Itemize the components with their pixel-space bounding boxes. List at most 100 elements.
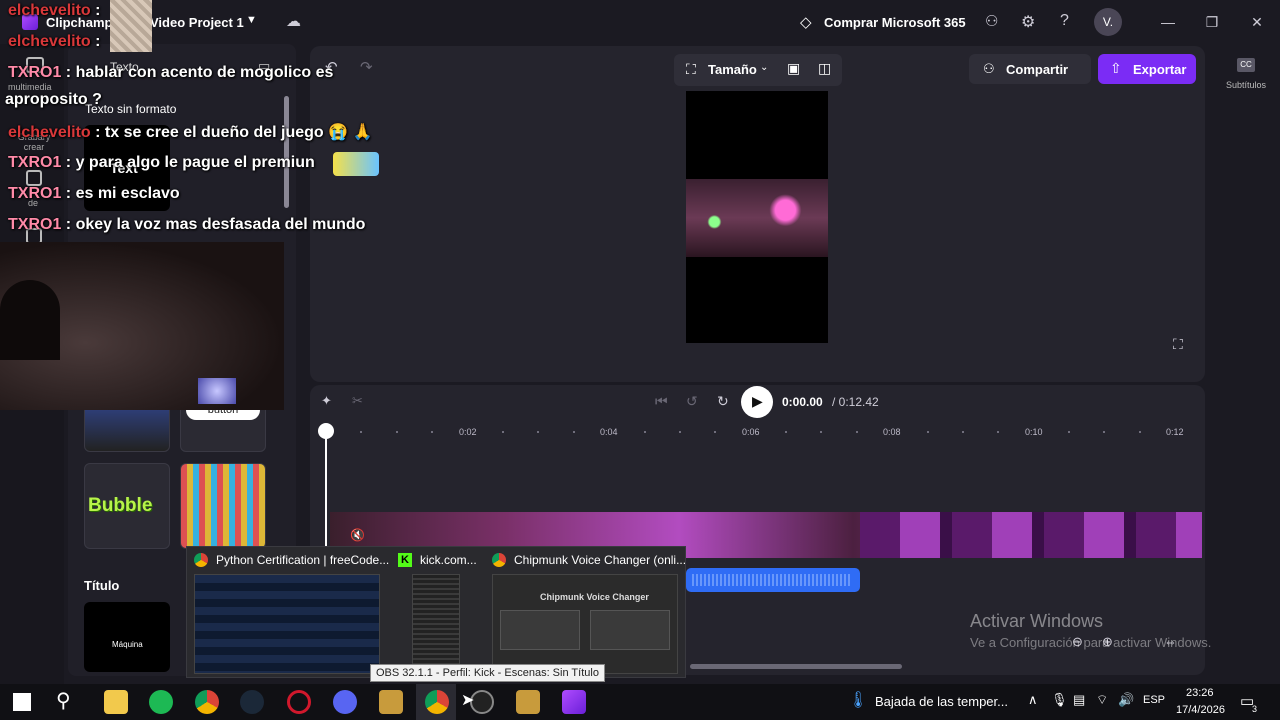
spotify-icon[interactable] — [149, 690, 173, 714]
preview-tab-title[interactable]: Python Certification | freeCode... — [216, 553, 389, 567]
chat-text: : — [95, 2, 101, 19]
clock-date[interactable]: 17/4/2026 — [1176, 704, 1225, 716]
minion-emote — [333, 152, 379, 176]
captions-label[interactable]: Subtítulos — [1226, 80, 1266, 90]
current-time: 0:00.00 — [782, 395, 823, 409]
project-name[interactable]: Video Project 1 — [150, 15, 244, 30]
video-preview[interactable] — [686, 91, 828, 343]
chat-username: TXRO1 — [8, 64, 62, 81]
preview-tab-title[interactable]: Chipmunk Voice Changer (onli... — [514, 553, 686, 567]
skip-back-icon[interactable]: ⏮ — [655, 393, 668, 410]
ruler-tick — [1068, 431, 1070, 433]
ruler-tick — [820, 431, 822, 433]
retro-sticker-tile[interactable] — [180, 463, 266, 549]
preview-tab-title[interactable]: kick.com... — [420, 553, 477, 567]
close-icon[interactable]: ✕ — [1247, 12, 1267, 32]
size-chevron-icon[interactable]: ⌄ — [760, 62, 768, 73]
chat-username: TXRO1 — [8, 185, 62, 202]
chat-username: elchevelito — [8, 33, 91, 50]
notification-count: 3 — [1252, 704, 1258, 714]
size-dropdown[interactable]: Tamaño — [708, 62, 757, 77]
screenshot-icon[interactable]: ◫ — [818, 60, 831, 77]
mouse-cursor-icon: ➤ — [461, 692, 475, 709]
windows-taskbar — [0, 684, 1280, 720]
preview-toolbar — [674, 54, 842, 86]
title-tile[interactable] — [84, 602, 170, 672]
export-label: Exportar — [1133, 62, 1187, 77]
avatar[interactable]: V. — [1094, 8, 1122, 36]
settings-gear-icon[interactable]: ⚙ — [1021, 12, 1035, 32]
buy-microsoft-365-button[interactable]: Comprar Microsoft 365 — [824, 15, 966, 30]
ruler-tick — [644, 431, 646, 433]
preview-thumbnail[interactable] — [194, 574, 380, 674]
captions-icon[interactable]: CC — [1237, 58, 1255, 72]
league-icon[interactable] — [516, 690, 540, 714]
ruler-label: 0:04 — [600, 427, 618, 437]
opera-gx-icon[interactable] — [287, 690, 311, 714]
chat-message: aproposito ? — [5, 91, 102, 109]
discord-icon[interactable] — [333, 690, 357, 714]
resize-icon[interactable]: ⛶ — [686, 61, 696, 78]
mute-icon[interactable]: 🔇 — [350, 528, 365, 542]
chat-username: TXRO1 — [8, 154, 62, 171]
network-icon[interactable]: ▤ — [1073, 692, 1085, 708]
chrome-icon[interactable] — [195, 690, 219, 714]
ruler-tick — [537, 431, 539, 433]
tray-chevron-icon[interactable]: ∧ — [1028, 692, 1038, 708]
maximize-icon[interactable]: ❐ — [1202, 12, 1222, 32]
playhead-handle[interactable] — [318, 423, 334, 439]
clock-time[interactable]: 23:26 — [1186, 687, 1214, 699]
share-label: Compartir — [1006, 62, 1069, 77]
fullscreen-icon[interactable]: ⛶ — [1173, 336, 1183, 353]
minimize-icon[interactable]: — — [1158, 12, 1178, 32]
title-section-heading: Título — [84, 578, 120, 593]
chat-text: : — [95, 33, 101, 50]
steam-icon[interactable] — [240, 690, 264, 714]
windows-start-icon[interactable] — [13, 693, 31, 711]
record-icon[interactable] — [26, 170, 42, 186]
share-connection-icon[interactable]: ⚇ — [985, 12, 998, 30]
panel-scrollbar[interactable] — [284, 96, 289, 208]
redo-icon[interactable]: ↷ — [360, 58, 373, 76]
chat-message: TXRO1 : hablar con acento de mogolico es — [8, 64, 333, 82]
ruler-tick — [997, 431, 999, 433]
ruler-tick — [856, 431, 858, 433]
crop-icon[interactable]: ▣ — [787, 60, 800, 77]
forward-icon[interactable]: ↻ — [717, 393, 729, 410]
chat-message: elchevelito : tx se cree el dueño del ju… — [8, 122, 372, 142]
clipchamp-taskbar-icon[interactable] — [562, 690, 586, 714]
ruler-tick — [431, 431, 433, 433]
chrome-active-icon[interactable] — [425, 690, 449, 714]
microphone-icon[interactable]: 🎙 — [1051, 692, 1068, 708]
ruler-tick — [360, 431, 362, 433]
bubble-preview: Bubble — [88, 495, 153, 516]
rewind-icon[interactable]: ↺ — [686, 393, 698, 410]
total-time: / 0:12.42 — [832, 395, 879, 409]
league-client-icon[interactable] — [379, 690, 403, 714]
chrome-icon — [492, 553, 506, 567]
chrome-icon — [194, 553, 208, 567]
title-tile-preview: Máquina — [112, 640, 143, 649]
ruler-label: 0:08 — [883, 427, 901, 437]
chat-text: aproposito ? — [5, 91, 102, 108]
help-icon[interactable]: ? — [1060, 12, 1069, 30]
ruler-tick — [714, 431, 716, 433]
cloud-off-icon[interactable]: ☁ — [286, 12, 301, 30]
magic-edit-icon[interactable]: ✦ — [321, 393, 332, 409]
thumbnail-box — [590, 610, 670, 650]
preview-thumbnail[interactable] — [412, 574, 460, 674]
split-scissors-icon[interactable]: ✂ — [352, 393, 363, 409]
chat-message: TXRO1 : okey la voz mas desfasada del mu… — [8, 216, 365, 234]
timeline-scrollbar[interactable] — [690, 664, 902, 669]
ruler-tick — [396, 431, 398, 433]
search-icon[interactable]: ⚲ — [56, 688, 71, 713]
file-explorer-icon[interactable] — [104, 690, 128, 714]
language-indicator[interactable]: ESP — [1143, 694, 1165, 706]
chat-text: : hablar con acento de mogolico es — [65, 64, 334, 81]
volume-icon[interactable]: 🔊 — [1118, 692, 1134, 708]
wifi-icon[interactable]: ⌔ — [1096, 692, 1108, 708]
chat-username: TXRO1 — [8, 216, 62, 233]
weather-text[interactable]: Bajada de las temper... — [875, 694, 1008, 709]
video-clip-segment[interactable] — [860, 512, 1202, 558]
chevron-down-icon[interactable]: ▼ — [246, 14, 257, 26]
